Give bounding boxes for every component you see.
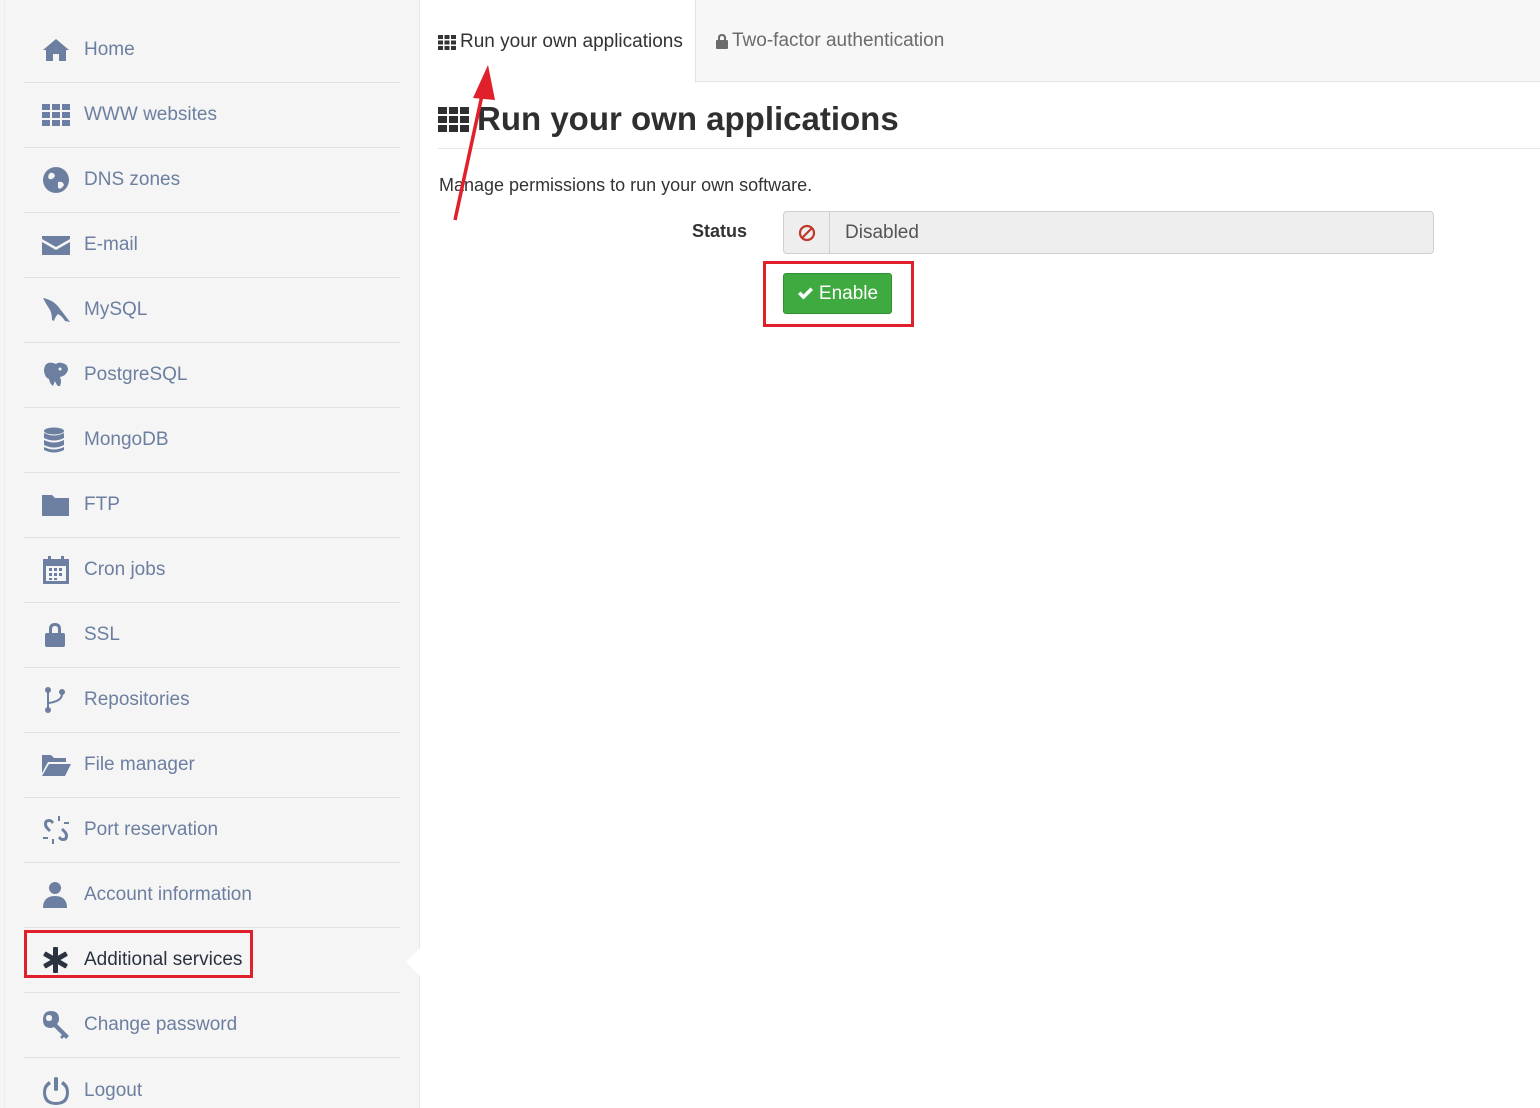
grid-icon xyxy=(438,106,469,132)
sidebar-item-repositories[interactable]: Repositories xyxy=(24,668,400,733)
sidebar-item-dns-zones[interactable]: DNS zones xyxy=(24,148,400,213)
page-title: Run your own applications xyxy=(438,100,899,138)
key-icon xyxy=(38,1007,74,1043)
enable-button-label: Enable xyxy=(818,282,879,304)
sidebar-item-www-websites[interactable]: WWW websites xyxy=(24,83,400,148)
annotation-arrow xyxy=(453,65,495,221)
sidebar-item-change-password[interactable]: Change password xyxy=(24,993,400,1058)
lock-icon xyxy=(716,33,728,49)
sidebar-item-label: Logout xyxy=(84,1079,143,1101)
unlink-icon xyxy=(38,812,74,848)
sidebar-item-ftp[interactable]: FTP xyxy=(24,473,400,538)
user-icon xyxy=(38,877,74,913)
active-indicator xyxy=(406,948,420,976)
tab-label: Two-factor authentication xyxy=(732,30,945,51)
sidebar-item-label: Change password xyxy=(84,1014,238,1035)
sidebar-item-label: SSL xyxy=(84,624,120,645)
sidebar-item-account-information[interactable]: Account information xyxy=(24,863,400,928)
branch-icon xyxy=(38,682,74,718)
sidebar-item-label: Cron jobs xyxy=(84,559,166,580)
asterisk-icon xyxy=(38,942,74,978)
ban-icon xyxy=(784,212,830,253)
database-icon xyxy=(38,422,74,458)
sidebar-item-label: Repositories xyxy=(84,689,190,710)
sidebar-item-label: E-mail xyxy=(84,234,138,255)
page-title-text: Run your own applications xyxy=(477,100,899,137)
sidebar-item-label: Port reservation xyxy=(84,819,219,840)
status-value: Disabled xyxy=(845,221,919,243)
page-description: Manage permissions to run your own softw… xyxy=(439,175,813,195)
envelope-icon xyxy=(38,227,74,263)
lock-icon xyxy=(38,617,74,653)
sidebar-item-logout[interactable]: Logout xyxy=(24,1058,400,1108)
status-field: Disabled xyxy=(783,211,1434,254)
sidebar-item-postgresql[interactable]: PostgreSQL xyxy=(24,343,400,408)
home-icon xyxy=(38,32,74,68)
sidebar-item-file-manager[interactable]: File manager xyxy=(24,733,400,798)
sidebar-nav: Home WWW websites DNS zones E-mail MySQL xyxy=(24,18,400,1108)
sidebar-item-label: Account information xyxy=(84,884,252,905)
calendar-icon xyxy=(38,552,74,588)
sidebar-item-mongodb[interactable]: MongoDB xyxy=(24,408,400,473)
sidebar-item-additional-services[interactable]: Additional services xyxy=(24,928,400,993)
folder-icon xyxy=(38,487,74,523)
sidebar-item-label: PostgreSQL xyxy=(84,364,188,385)
tab-two-factor-authentication[interactable]: Two-factor authentication xyxy=(696,0,944,82)
sidebar-item-port-reservation[interactable]: Port reservation xyxy=(24,798,400,863)
globe-icon xyxy=(38,162,74,198)
sidebar-item-mysql[interactable]: MySQL xyxy=(24,278,400,343)
dolphin-icon xyxy=(38,292,74,328)
divider xyxy=(438,148,1540,149)
power-icon xyxy=(38,1073,74,1108)
sidebar-item-home[interactable]: Home xyxy=(24,18,400,83)
tab-bar: Run your own applications Two-factor aut… xyxy=(420,0,1540,83)
tab-label: Run your own applications xyxy=(460,30,683,52)
grid-icon xyxy=(38,97,74,133)
sidebar-item-label: MongoDB xyxy=(84,429,169,450)
status-label: Status xyxy=(692,221,748,241)
grid-icon xyxy=(438,34,456,50)
sidebar-item-label: Home xyxy=(84,39,135,60)
tab-run-your-own-applications[interactable]: Run your own applications xyxy=(420,0,696,83)
folder-open-icon xyxy=(38,747,74,783)
sidebar: Home WWW websites DNS zones E-mail MySQL xyxy=(0,0,420,1108)
sidebar-item-label: DNS zones xyxy=(84,169,181,190)
elephant-icon xyxy=(38,357,74,393)
sidebar-item-label: File manager xyxy=(84,754,195,775)
sidebar-item-e-mail[interactable]: E-mail xyxy=(24,213,400,278)
sidebar-item-ssl[interactable]: SSL xyxy=(24,603,400,668)
check-icon xyxy=(797,287,813,299)
sidebar-item-cron-jobs[interactable]: Cron jobs xyxy=(24,538,400,603)
sidebar-item-label: FTP xyxy=(84,494,120,515)
enable-button[interactable]: Enable xyxy=(783,273,892,314)
sidebar-item-label: WWW websites xyxy=(84,104,217,125)
sidebar-item-label: Additional services xyxy=(84,949,243,970)
sidebar-item-label: MySQL xyxy=(84,299,148,320)
